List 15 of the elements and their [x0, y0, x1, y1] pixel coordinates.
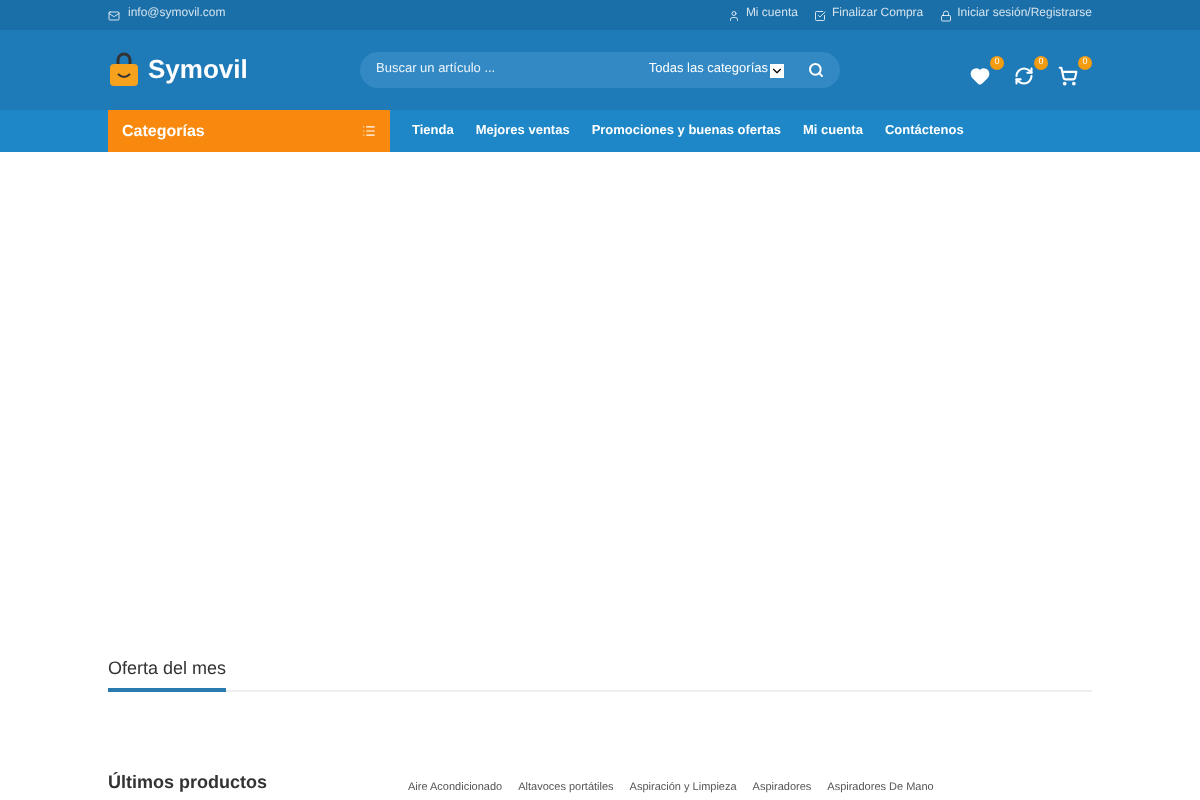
- section-title: Últimos productos: [108, 769, 270, 796]
- search-icon[interactable]: [808, 62, 824, 78]
- list-icon: [362, 124, 376, 138]
- lock-icon: [939, 9, 952, 21]
- chevron-down-icon: [770, 63, 784, 77]
- mail-icon: [108, 9, 120, 21]
- categories-button[interactable]: Categorías: [108, 110, 390, 152]
- heart-icon: [970, 65, 990, 85]
- section-title: Oferta del mes: [108, 655, 227, 692]
- cart-icon: [1058, 65, 1078, 85]
- shopping-bag-icon: [108, 52, 140, 88]
- refresh-icon: [1014, 65, 1034, 85]
- logo-text[interactable]: Symovil: [148, 50, 248, 90]
- checkbox-icon: [813, 9, 826, 21]
- user-icon: [727, 9, 740, 21]
